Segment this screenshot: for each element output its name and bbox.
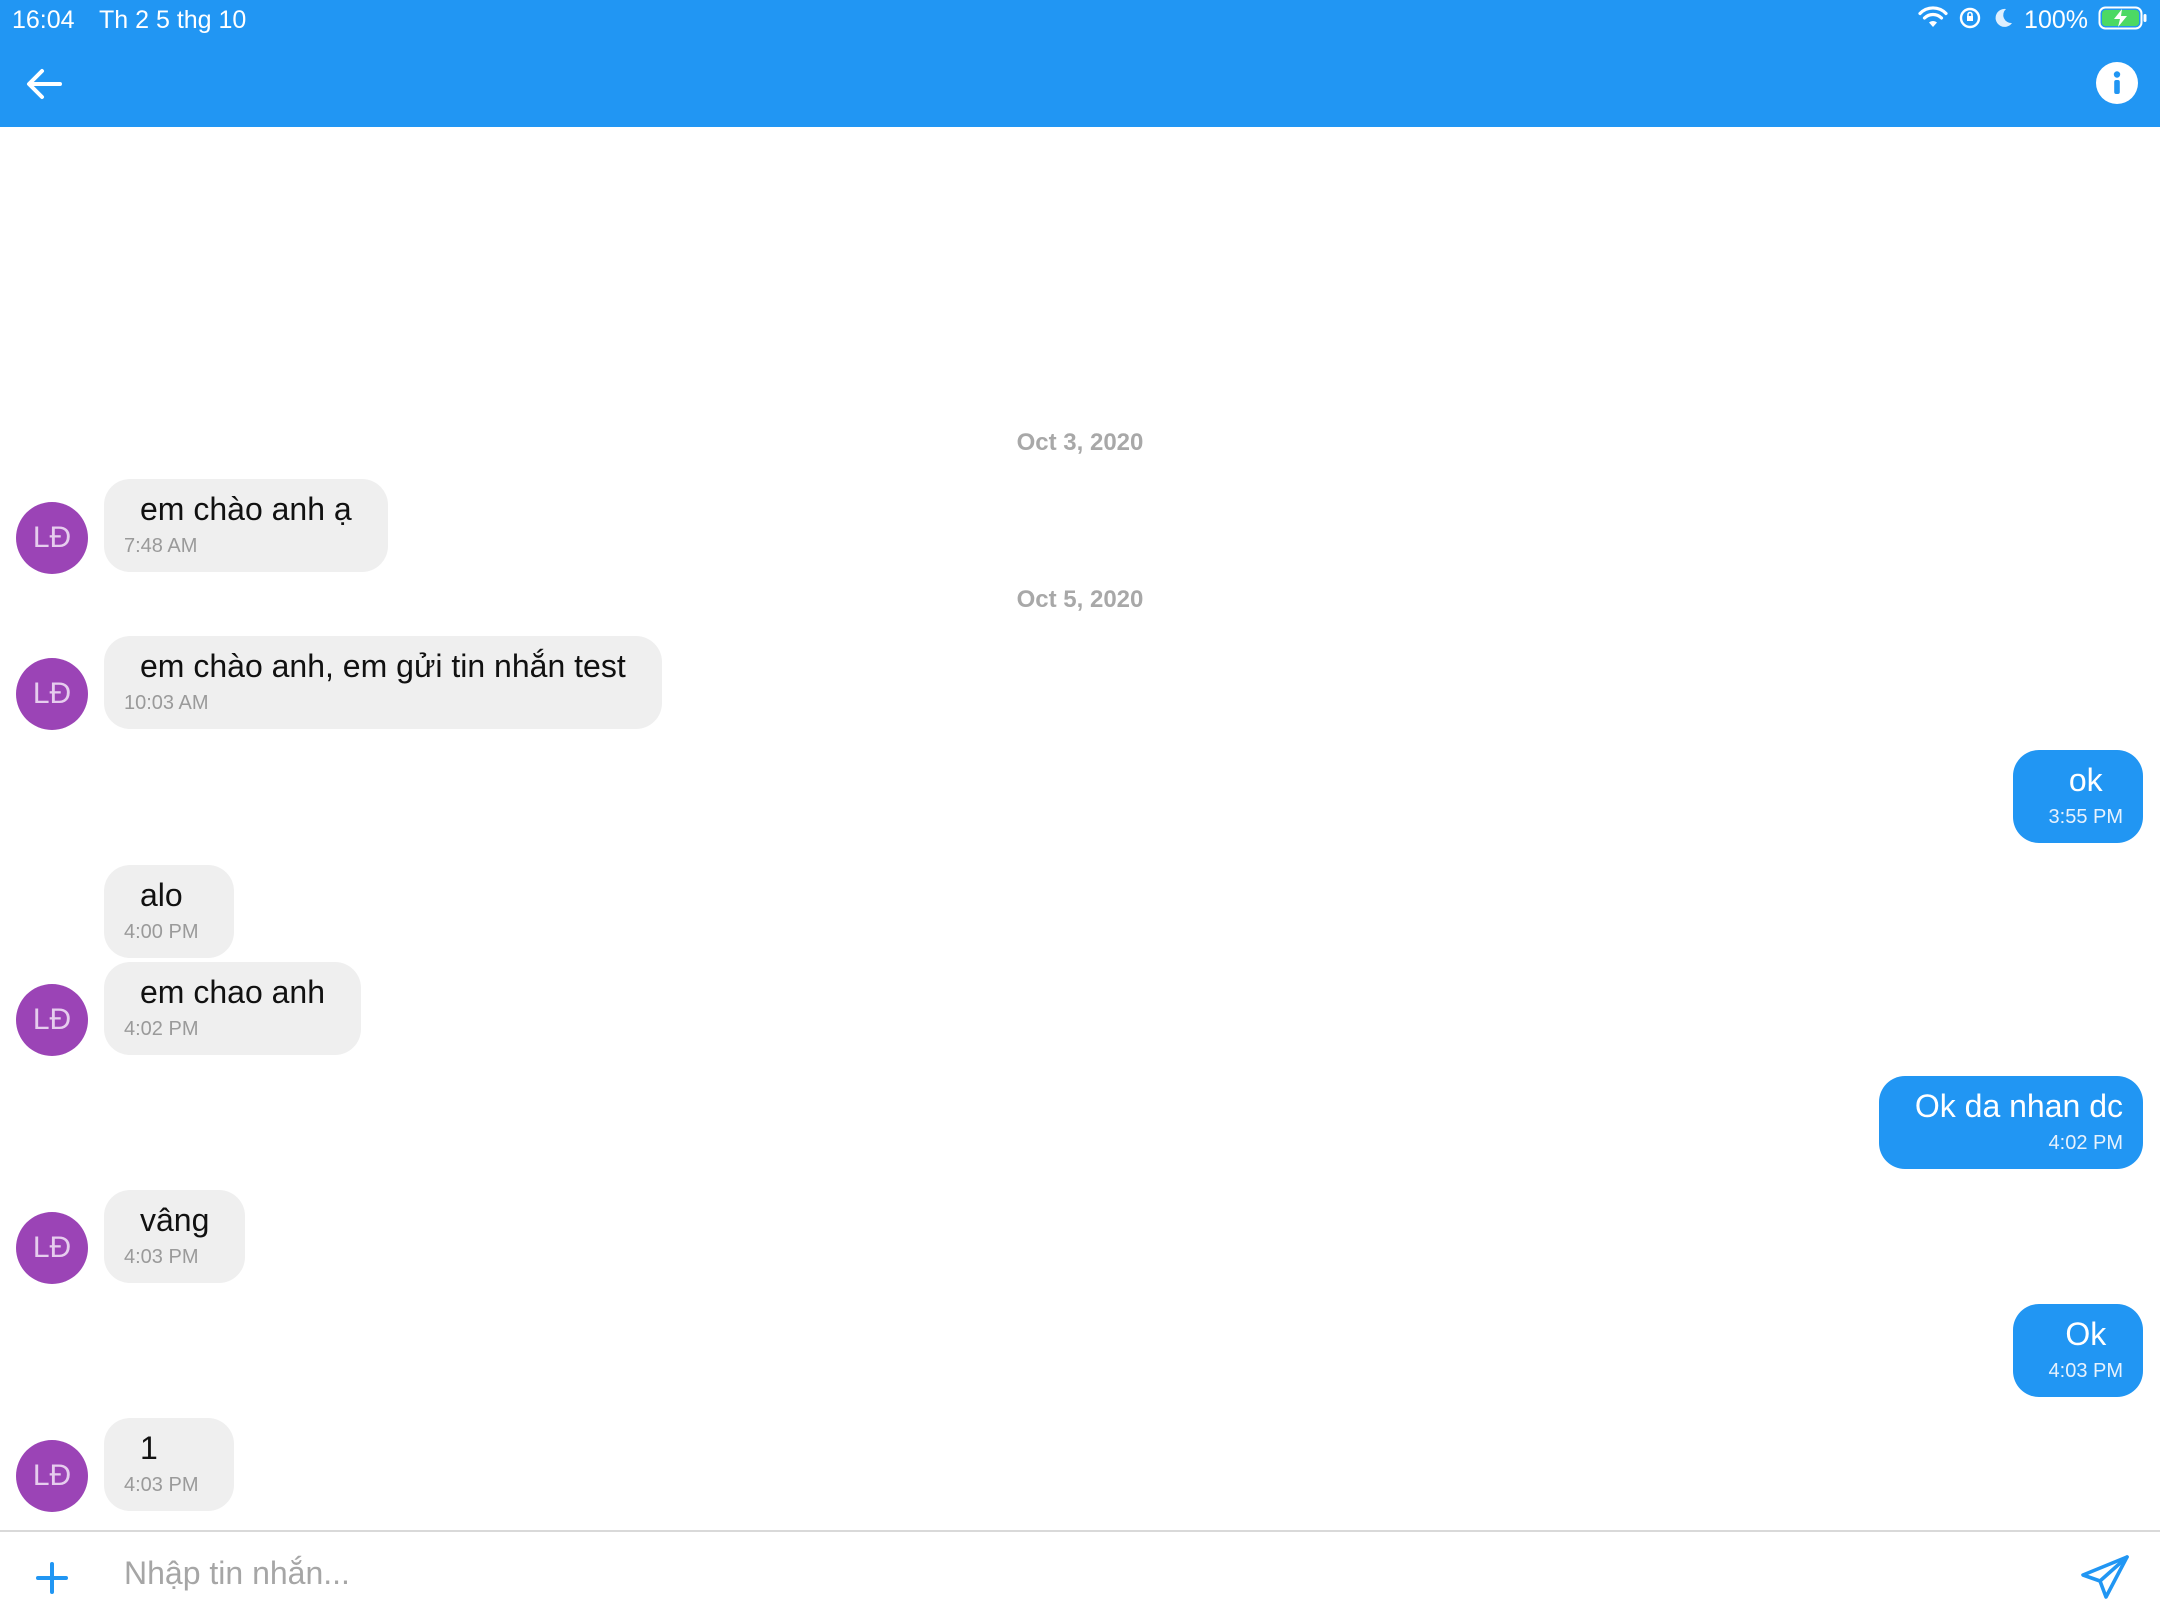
info-icon: [2113, 71, 2121, 94]
status-date: Th 2 5 thg 10: [99, 6, 247, 34]
message-time: 4:02 PM: [124, 1018, 199, 1040]
message-time: 7:48 AM: [124, 535, 198, 557]
send-button[interactable]: [2078, 1550, 2132, 1604]
battery-percent: 100%: [2024, 5, 2088, 34]
message-bubble[interactable]: em chào anh ạ 7:48 AM: [104, 479, 388, 572]
app-header: 16:04 Th 2 5 thg 10 100%: [0, 0, 2160, 127]
message-bubble[interactable]: em chào anh, em gửi tin nhắn test 10:03 …: [104, 636, 662, 729]
message-time: 4:03 PM: [124, 1246, 199, 1268]
avatar[interactable]: LĐ: [16, 984, 88, 1056]
message-bubble[interactable]: Ok 4:03 PM: [2012, 1304, 2143, 1397]
message-text: em chào anh, em gửi tin nhắn test: [140, 648, 626, 684]
message-text: 1: [140, 1430, 158, 1466]
message-bubble[interactable]: vâng 4:03 PM: [104, 1190, 246, 1283]
message-time: 4:00 PM: [124, 921, 199, 943]
battery-charging-icon: [2098, 5, 2148, 36]
status-time: 16:04: [12, 6, 75, 34]
plus-icon: [36, 1562, 68, 1594]
avatar[interactable]: LĐ: [16, 658, 88, 730]
message-bubble[interactable]: em chao anh 4:02 PM: [104, 962, 362, 1055]
message-bubble[interactable]: alo 4:00 PM: [104, 865, 235, 958]
message-time: 3:55 PM: [2048, 806, 2123, 828]
avatar[interactable]: LĐ: [16, 1212, 88, 1284]
message-bubble[interactable]: Ok da nhan dc 4:02 PM: [1878, 1076, 2143, 1169]
message-text: Ok da nhan dc: [1914, 1088, 2123, 1124]
info-button[interactable]: [2096, 62, 2138, 104]
add-attachment-button[interactable]: [30, 1556, 74, 1600]
send-icon: [2081, 1555, 2129, 1599]
date-separator: Oct 3, 2020: [1016, 429, 1144, 456]
message-text: ok: [2068, 762, 2103, 798]
message-text: alo: [140, 877, 183, 913]
orientation-lock-icon: [1958, 6, 1982, 35]
avatar[interactable]: LĐ: [16, 1440, 88, 1512]
message-time: 10:03 AM: [124, 692, 209, 714]
composer-bar: [0, 1530, 2160, 1620]
avatar[interactable]: LĐ: [16, 502, 88, 574]
arrow-left-icon: [27, 69, 62, 99]
message-input[interactable]: [122, 1546, 2006, 1600]
do-not-disturb-icon: [1992, 6, 2014, 35]
wifi-icon: [1918, 5, 1948, 35]
message-bubble[interactable]: 1 4:03 PM: [104, 1418, 235, 1511]
date-separator: Oct 5, 2020: [1016, 586, 1144, 613]
message-time: 4:03 PM: [2048, 1360, 2123, 1382]
message-list[interactable]: Oct 3, 2020 LĐ em chào anh ạ 7:48 AM Oct…: [0, 127, 2160, 1530]
chat-screen: 16:04 Th 2 5 thg 10 100% Oct 3, 2020 LĐ …: [0, 0, 2160, 1620]
message-text: em chào anh ạ: [140, 491, 352, 527]
message-text: em chao anh: [140, 974, 326, 1010]
message-bubble[interactable]: ok 3:55 PM: [2012, 750, 2143, 843]
message-text: vâng: [140, 1202, 210, 1238]
message-time: 4:03 PM: [124, 1474, 199, 1496]
message-text: Ok: [2065, 1316, 2107, 1352]
back-button[interactable]: [18, 58, 70, 110]
message-time: 4:02 PM: [2048, 1132, 2123, 1154]
status-indicators: 100%: [1918, 2, 2148, 38]
